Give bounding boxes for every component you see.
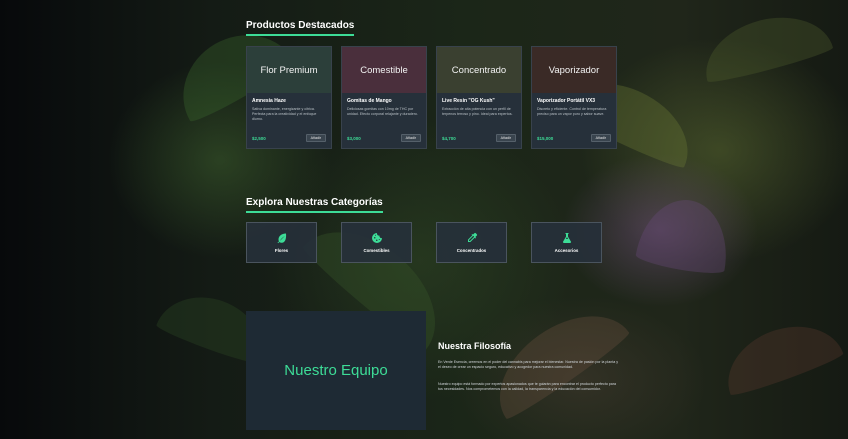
leaf-icon <box>277 233 286 244</box>
categories-title: Explora Nuestras Categorías <box>246 197 383 213</box>
category-concentrados[interactable]: Concentrados <box>436 222 507 263</box>
product-banner: Comestible <box>342 47 426 93</box>
product-price: $15,000 <box>537 135 554 141</box>
product-description: Discreto y eficiente. Control de tempera… <box>537 107 607 116</box>
team-image-placeholder: Nuestro Equipo <box>246 311 426 430</box>
add-to-cart-button[interactable]: Añadir <box>495 134 516 142</box>
add-to-cart-button[interactable]: Añadir <box>305 134 326 142</box>
product-price: $2,500 <box>252 135 266 141</box>
product-description: Sativa dominante, energizante y cítrica.… <box>252 107 317 121</box>
cookie-icon <box>371 233 382 243</box>
product-card[interactable]: Concentrado Live Resin "OG Kush" Extracc… <box>436 46 522 149</box>
product-card[interactable]: Flor Premium Amnesia Haze Sativa dominan… <box>246 46 332 149</box>
philosophy-title: Nuestra Filosofía <box>438 341 512 351</box>
add-to-cart-button[interactable]: Añadir <box>590 134 611 142</box>
product-description: Deliciosas gomitas con 10mg de THC por u… <box>347 107 418 116</box>
product-banner: Vaporizador <box>532 47 616 93</box>
philosophy-paragraph: Nuestro equipo está formado por expertos… <box>438 382 617 391</box>
category-label: Comestibles <box>363 248 390 253</box>
product-banner: Concentrado <box>437 47 521 93</box>
category-label: Accesorios <box>554 248 579 253</box>
product-name: Live Resin "OG Kush" <box>442 98 495 104</box>
category-comestibles[interactable]: Comestibles <box>341 222 412 263</box>
flask-icon <box>562 233 571 244</box>
philosophy-paragraph: En Verde Esencia, creemos en el poder de… <box>438 360 618 369</box>
product-price: $4,700 <box>442 135 456 141</box>
add-to-cart-button[interactable]: Añadir <box>400 134 421 142</box>
featured-title: Productos Destacados <box>246 20 355 36</box>
product-price: $3,000 <box>347 135 361 141</box>
product-name: Vaporizador Portátil VX3 <box>537 98 596 104</box>
product-card[interactable]: Comestible Gomitas de Mango Deliciosas g… <box>341 46 427 149</box>
category-label: Concentrados <box>456 248 487 253</box>
category-accesorios[interactable]: Accesorios <box>531 222 602 263</box>
product-description: Extracción de alta potencia con un perfi… <box>442 107 513 116</box>
product-name: Amnesia Haze <box>252 98 286 104</box>
product-card[interactable]: Vaporizador Vaporizador Portátil VX3 Dis… <box>531 46 617 149</box>
dropper-icon <box>467 232 477 242</box>
category-label: Flores <box>274 248 289 253</box>
product-banner: Flor Premium <box>247 47 331 93</box>
category-flores[interactable]: Flores <box>246 222 317 263</box>
product-name: Gomitas de Mango <box>347 98 392 104</box>
